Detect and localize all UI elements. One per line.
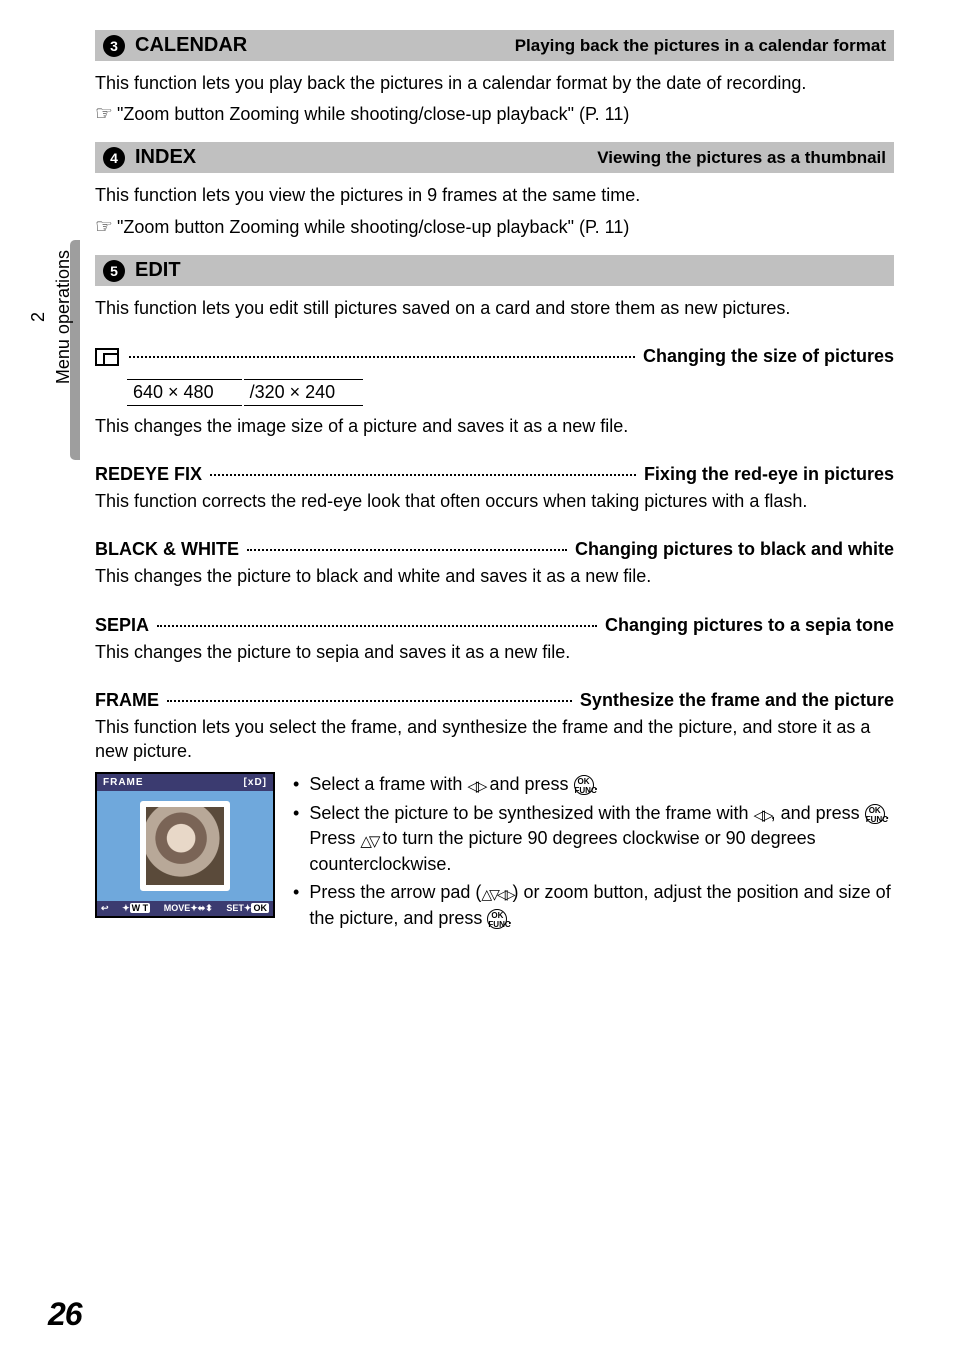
section-title: EDIT	[135, 259, 181, 282]
section-title: INDEX	[135, 146, 196, 169]
arrow-up-down-icon	[360, 828, 377, 852]
cross-reference: "Zoom button Zooming while shooting/clos…	[95, 214, 894, 239]
arrow-left-right-icon	[467, 773, 484, 797]
pointer-icon	[95, 104, 117, 124]
feature-body: This changes the image size of a picture…	[95, 414, 894, 438]
section-subtitle: Playing back the pictures in a calendar …	[515, 36, 886, 56]
arrow-pad-icon	[481, 881, 512, 905]
section-header-edit: 5 EDIT	[95, 255, 894, 286]
feature-tail: Fixing the red-eye in pictures	[644, 464, 894, 485]
feature-tail: Changing pictures to a sepia tone	[605, 615, 894, 636]
frame-ui-titlebar: FRAME [xD]	[97, 774, 273, 791]
feature-row-redeye: REDEYE FIX Fixing the red-eye in picture…	[95, 464, 894, 485]
feature-lead: REDEYE FIX	[95, 464, 202, 485]
move-label: MOVE✦⬌⬍	[164, 903, 213, 914]
back-icon: ↩	[101, 903, 109, 914]
frame-instructions: Select a frame with and press OK FUNC. S…	[289, 772, 894, 934]
feature-body: This function lets you select the frame,…	[95, 715, 894, 764]
section-subtitle: Viewing the pictures as a thumbnail	[597, 148, 886, 168]
ok-func-icon: OK FUNC	[865, 804, 885, 824]
frame-example-block: FRAME [xD] ↩ ✦W T MOVE✦⬌⬍ SET✦OK Select …	[95, 772, 894, 934]
section-number-icon: 3	[103, 35, 125, 57]
ok-func-icon: OK FUNC	[487, 909, 507, 929]
frame-ui-card-icon: [xD]	[244, 777, 267, 788]
section-header-calendar: 3 CALENDAR Playing back the pictures in …	[95, 30, 894, 61]
leader-dots	[157, 625, 597, 627]
section-body: This function lets you play back the pic…	[95, 71, 894, 95]
instruction-step: Select the picture to be synthesized wit…	[289, 801, 894, 876]
feature-row-sepia: SEPIA Changing pictures to a sepia tone	[95, 615, 894, 636]
section-number-icon: 5	[103, 260, 125, 282]
leader-dots	[129, 356, 635, 358]
feature-body: This function corrects the red-eye look …	[95, 489, 894, 513]
feature-lead: FRAME	[95, 690, 159, 711]
section-body: This function lets you edit still pictur…	[95, 296, 894, 320]
feature-lead: BLACK & WHITE	[95, 539, 239, 560]
section-header-index: 4 INDEX Viewing the pictures as a thumbn…	[95, 142, 894, 173]
size-options-table: 640 × 480 /320 × 240	[125, 377, 365, 408]
feature-body: This changes the picture to sepia and sa…	[95, 640, 894, 664]
leader-dots	[247, 549, 567, 551]
set-label: SET✦	[226, 903, 251, 913]
feature-tail: Changing pictures to black and white	[575, 539, 894, 560]
leader-dots	[210, 474, 636, 476]
frame-ui-title: FRAME	[103, 777, 144, 788]
chapter-number: 2	[28, 312, 49, 322]
feature-tail: Changing the size of pictures	[643, 346, 894, 367]
section-body: This function lets you view the pictures…	[95, 183, 894, 207]
feature-row-bw: BLACK & WHITE Changing pictures to black…	[95, 539, 894, 560]
zoom-wt-label: W T	[130, 903, 151, 913]
ok-label: OK	[251, 903, 269, 913]
frame-ui-footer: ↩ ✦W T MOVE✦⬌⬍ SET✦OK	[97, 901, 273, 916]
leader-dots	[167, 700, 572, 702]
section-number-icon: 4	[103, 147, 125, 169]
feature-lead: SEPIA	[95, 615, 149, 636]
feature-lead	[95, 346, 121, 367]
ok-func-icon: OK FUNC	[574, 775, 594, 795]
instruction-step: Select a frame with and press OK FUNC.	[289, 772, 894, 797]
instruction-step: Press the arrow pad () or zoom button, a…	[289, 880, 894, 930]
page-number: 26	[48, 1296, 82, 1333]
resize-icon	[95, 348, 119, 366]
feature-body: This changes the picture to black and wh…	[95, 564, 894, 588]
pointer-icon	[95, 217, 117, 237]
section-title: CALENDAR	[135, 34, 247, 57]
feature-row-resize: Changing the size of pictures	[95, 346, 894, 367]
frame-ui-picture	[140, 801, 230, 891]
feature-row-frame: FRAME Synthesize the frame and the pictu…	[95, 690, 894, 711]
cross-reference: "Zoom button Zooming while shooting/clos…	[95, 101, 894, 126]
frame-ui-thumbnail: FRAME [xD] ↩ ✦W T MOVE✦⬌⬍ SET✦OK	[95, 772, 275, 918]
size-option: 640 × 480	[127, 379, 242, 406]
feature-tail: Synthesize the frame and the picture	[580, 690, 894, 711]
side-tab: 2 Menu operations	[0, 250, 80, 384]
chapter-label: Menu operations	[53, 250, 74, 384]
arrow-left-right-icon	[754, 802, 771, 826]
frame-ui-preview	[97, 791, 273, 901]
size-option: /320 × 240	[244, 379, 364, 406]
